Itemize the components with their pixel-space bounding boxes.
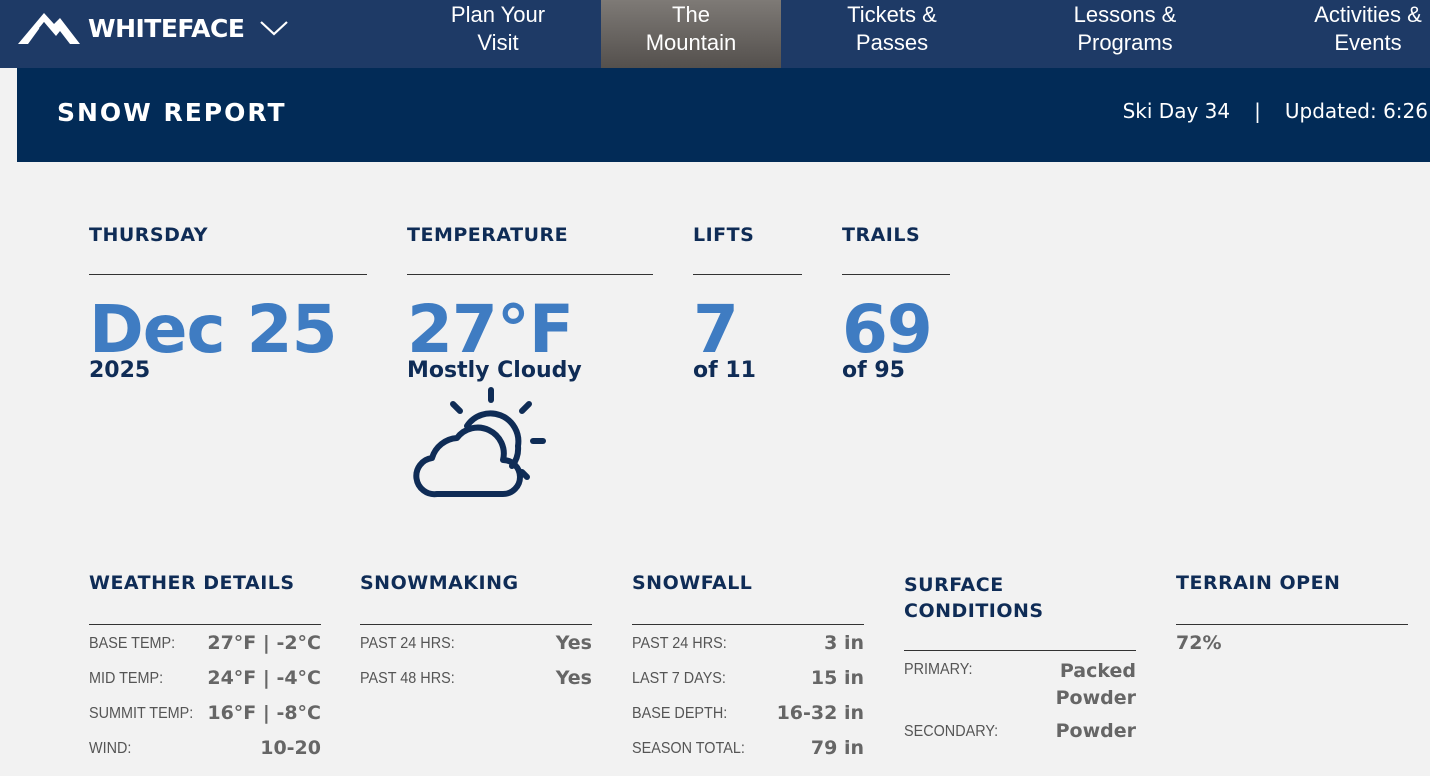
row-label: MID TEMP: (89, 670, 164, 687)
row-value: Yes (555, 667, 592, 689)
stat-temperature: TEMPERATURE 27°F Mostly Cloudy (407, 224, 653, 498)
row-label: PAST 48 HRS: (360, 670, 455, 687)
stat-trails-total: of 95 (842, 358, 905, 383)
stat-lifts-head: LIFTS (693, 224, 802, 275)
row-label: WIND: (89, 740, 132, 757)
stat-date-head: THURSDAY (89, 224, 367, 275)
terrain-open-head: TERRAIN OPEN (1176, 572, 1408, 625)
stat-lifts-value: 7 (693, 291, 739, 368)
value-line: Packed (1059, 660, 1136, 682)
nav-label-line: The (672, 2, 710, 27)
row-value: Yes (555, 632, 592, 654)
list-item: PRIMARY: Packed Powder (904, 651, 1136, 713)
ski-day: Ski Day 34 (1122, 99, 1231, 123)
row-value: Powder (1055, 720, 1136, 742)
snowfall-details: SNOWFALL PAST 24 HRS: 3 in LAST 7 DAYS: … (632, 572, 864, 765)
snowmaking-head: SNOWMAKING (360, 572, 592, 625)
row-label: SUMMIT TEMP: (89, 705, 194, 722)
list-item: MID TEMP: 24°F | -4°C (89, 660, 321, 695)
stat-temperature-head: TEMPERATURE (407, 224, 653, 275)
stat-trails: TRAILS 69 of 95 (842, 224, 950, 383)
value-line: Powder (1055, 687, 1136, 709)
top-nav: WHITEFACE Plan Your Visit The Mountain T… (0, 0, 1430, 68)
surface-conditions: SURFACE CONDITIONS PRIMARY: Packed Powde… (904, 572, 1136, 748)
row-value: Packed Powder (1056, 651, 1136, 712)
partly-cloudy-icon (413, 387, 546, 498)
snow-report-header: SNOW REPORT Ski Day 34 | Updated: 6:26 (17, 68, 1430, 162)
nav-activities-events[interactable]: Activities & Events (1300, 0, 1430, 68)
row-label: PAST 24 HRS: (360, 635, 455, 652)
mountain-logo-icon (18, 13, 80, 44)
stat-trails-head: TRAILS (842, 224, 950, 275)
row-value: 10-20 (260, 737, 321, 759)
row-label: BASE DEPTH: (632, 705, 728, 722)
terrain-open-value: 72% (1176, 632, 1222, 654)
list-item: SEASON TOTAL: 79 in (632, 730, 864, 765)
nav-label-line: Programs (1077, 30, 1173, 55)
row-value: 24°F | -4°C (207, 667, 321, 689)
nav-label-line: Lessons & (1073, 2, 1177, 27)
list-item: SUMMIT TEMP: 16°F | -8°C (89, 695, 321, 730)
row-label: SEASON TOTAL: (632, 740, 745, 757)
row-value: 27°F | -2°C (207, 632, 321, 654)
list-item: SECONDARY: Powder (904, 713, 1136, 748)
nav-label-line: Passes (855, 30, 929, 55)
row-label: PRIMARY: (904, 661, 973, 678)
list-item: LAST 7 DAYS: 15 in (632, 660, 864, 695)
list-item: PAST 24 HRS: Yes (360, 625, 592, 660)
head-line: SURFACE (904, 574, 1004, 596)
row-value: 3 in (824, 632, 864, 654)
list-item: BASE DEPTH: 16-32 in (632, 695, 864, 730)
row-label: BASE TEMP: (89, 635, 176, 652)
row-value: 79 in (810, 737, 864, 759)
stat-date: THURSDAY Dec 25 2025 (89, 224, 367, 383)
chevron-down-icon[interactable] (260, 20, 289, 36)
list-item: BASE TEMP: 27°F | -2°C (89, 625, 321, 660)
list-item: 72% (1176, 625, 1408, 660)
nav-the-mountain[interactable]: The Mountain (601, 0, 781, 68)
report-meta: Ski Day 34 | Updated: 6:26 (1123, 99, 1428, 123)
row-value: 15 in (810, 667, 864, 689)
stat-date-value: Dec 25 (89, 291, 338, 368)
weather-details-head: WEATHER DETAILS (89, 572, 321, 625)
stat-temperature-condition: Mostly Cloudy (407, 358, 582, 383)
nav-label-line: Events (1334, 30, 1402, 55)
nav-tickets-passes[interactable]: Tickets & Passes (822, 0, 962, 68)
surface-conditions-head: SURFACE CONDITIONS (904, 572, 1136, 651)
nav-label-line: Tickets & (847, 2, 937, 27)
terrain-open: TERRAIN OPEN 72% (1176, 572, 1408, 660)
list-item: PAST 48 HRS: Yes (360, 660, 592, 695)
weather-details: WEATHER DETAILS BASE TEMP: 27°F | -2°C M… (89, 572, 321, 765)
list-item: PAST 24 HRS: 3 in (632, 625, 864, 660)
nav-label-line: Plan Your (450, 2, 546, 27)
snowmaking-details: SNOWMAKING PAST 24 HRS: Yes PAST 48 HRS:… (360, 572, 592, 695)
row-label: SECONDARY: (904, 723, 999, 740)
snowfall-head: SNOWFALL (632, 572, 864, 625)
nav-label-line: Visit (477, 30, 519, 55)
brand-logo[interactable]: WHITEFACE (16, 8, 289, 48)
stat-trails-value: 69 (842, 291, 933, 368)
stat-temperature-value: 27°F (407, 291, 574, 368)
row-label: LAST 7 DAYS: (632, 670, 726, 687)
nav-label-line: Mountain (645, 30, 737, 55)
nav-label-line: Activities & (1314, 2, 1422, 27)
row-value: 16°F | -8°C (207, 702, 321, 724)
brand-name: WHITEFACE (88, 13, 245, 43)
row-value: 16-32 in (776, 702, 864, 724)
row-label: PAST 24 HRS: (632, 635, 727, 652)
updated-time: Updated: 6:26 (1284, 99, 1428, 123)
head-line: CONDITIONS (904, 600, 1044, 622)
stat-lifts: LIFTS 7 of 11 (693, 224, 802, 383)
page-title: SNOW REPORT (57, 98, 287, 127)
nav-plan-your-visit[interactable]: Plan Your Visit (421, 0, 575, 68)
nav-lessons-programs[interactable]: Lessons & Programs (1050, 0, 1200, 68)
list-item: WIND: 10-20 (89, 730, 321, 765)
stat-lifts-total: of 11 (693, 358, 756, 383)
meta-separator: | (1254, 99, 1261, 123)
